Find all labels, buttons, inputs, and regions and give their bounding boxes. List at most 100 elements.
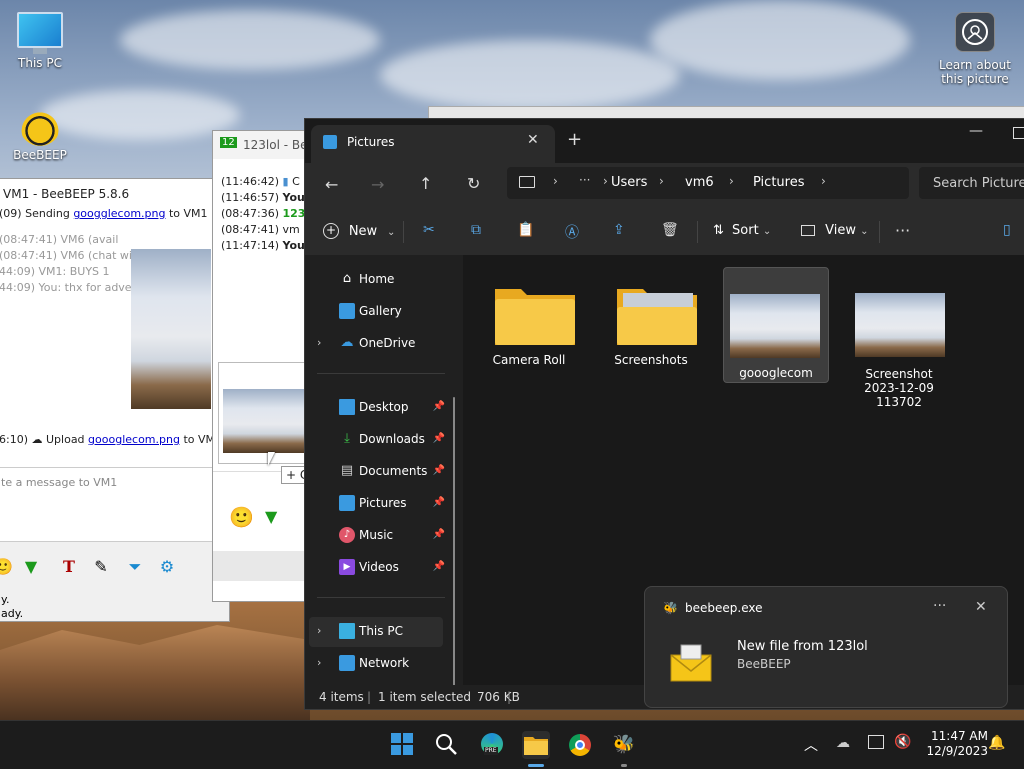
clock[interactable]: 11:47 AM 12/9/2023	[918, 729, 988, 759]
emoji-icon[interactable]: 🙂	[229, 505, 254, 529]
breadcrumb-vm6[interactable]: vm6	[685, 175, 714, 190]
edge-icon[interactable]: PRE	[478, 731, 506, 759]
notification-bell-icon[interactable]: 🔔	[988, 735, 1005, 751]
nav-item-gallery[interactable]: Gallery	[309, 297, 443, 327]
beebeep-icon[interactable]: 🐝	[610, 731, 638, 759]
nav-item-home[interactable]: ⌂ Home	[309, 265, 443, 295]
nav-item-downloads[interactable]: ⤓ Downloads 📌	[309, 425, 445, 455]
pin-icon[interactable]: 📌	[433, 529, 445, 540]
text-format-icon[interactable]: T	[58, 556, 80, 578]
details-pane-icon[interactable]: ▯	[1003, 222, 1011, 238]
green-arrow-icon[interactable]: ▼	[265, 507, 277, 526]
rename-icon[interactable]: Ⓐ	[565, 222, 579, 242]
desktop-icon-this-pc[interactable]: This PC	[0, 12, 80, 70]
folder-screenshots[interactable]: Screenshots	[599, 269, 703, 383]
status-bar: y. ady.	[0, 591, 229, 621]
chevron-right-icon[interactable]: ›	[317, 656, 321, 669]
desktop-icon-beebeep[interactable]: BeeBEEP	[0, 108, 80, 162]
nav-item-videos[interactable]: ▶ Videos 📌	[309, 553, 445, 583]
more-path-icon[interactable]: ···	[579, 173, 590, 187]
copy-icon[interactable]: ⧉	[471, 222, 481, 238]
navigation-pane: ⌂ Home Gallery › ☁ OneDrive Desktop 📌 ⤓ Downl…	[305, 255, 463, 709]
folder-camera-roll[interactable]: Camera Roll	[477, 269, 581, 383]
document-icon: ▤	[340, 463, 354, 478]
chat-badge: 12	[220, 137, 237, 148]
breadcrumb-users[interactable]: Users	[611, 175, 647, 190]
toast-body: BeeBEEP	[737, 657, 791, 671]
search-icon[interactable]	[432, 731, 460, 759]
nav-item-pictures[interactable]: Pictures 📌	[309, 489, 445, 519]
minimize-icon[interactable]: —	[969, 123, 983, 139]
cloud-icon: ☁	[340, 335, 354, 350]
pencil-icon[interactable]: ✎	[90, 556, 112, 578]
computer-icon	[519, 176, 535, 188]
nav-item-documents[interactable]: ▤ Documents 📌	[309, 457, 445, 487]
refresh-icon[interactable]: ↻	[467, 174, 480, 193]
upload-file-link[interactable]: goooglecom.png	[88, 433, 180, 446]
breadcrumb[interactable]: › ··· › Users › vm6 › Pictures ›	[507, 167, 909, 199]
message-input[interactable]: te a message to VM1	[0, 467, 229, 542]
more-options-icon[interactable]: ···	[933, 598, 946, 614]
notification-toast[interactable]: 🐝 beebeep.exe ··· ✕ New file from 123lol…	[644, 586, 1008, 708]
more-options-icon[interactable]: ···	[895, 221, 910, 240]
back-icon[interactable]: ←	[325, 175, 338, 194]
image-thumbnail	[730, 294, 820, 358]
network-icon[interactable]	[868, 735, 884, 749]
file-screenshot[interactable]: Screenshot 2023-12-09 113702	[847, 269, 951, 409]
image-thumbnail	[855, 293, 945, 357]
breadcrumb-pictures[interactable]: Pictures	[753, 175, 804, 190]
chevron-right-icon[interactable]: ›	[317, 624, 321, 637]
pin-icon[interactable]: 📌	[433, 465, 445, 476]
chevron-right-icon[interactable]: ›	[317, 336, 321, 349]
paste-icon[interactable]: 📋	[517, 222, 534, 238]
sort-button[interactable]: ⇅ Sort ⌄	[713, 223, 771, 238]
download-icon: ⤓	[344, 431, 350, 446]
file-explorer-icon[interactable]	[522, 731, 550, 759]
divider	[879, 221, 880, 243]
pin-icon[interactable]: 📌	[433, 497, 445, 508]
divider	[403, 221, 404, 243]
delete-icon[interactable]: 🗑	[661, 222, 679, 238]
nav-scrollbar[interactable]	[453, 397, 455, 709]
nav-item-network[interactable]: › Network	[309, 649, 443, 679]
chat-toolbar	[213, 551, 309, 581]
pin-icon[interactable]: 📌	[433, 433, 445, 444]
pin-icon[interactable]: 📌	[433, 401, 445, 412]
emoji-icon[interactable]: 🙂	[0, 556, 14, 578]
nav-item-this-pc[interactable]: › This PC	[309, 617, 443, 647]
search-input[interactable]: Search Pictures	[919, 167, 1024, 199]
address-bar-row: ← → ↑ ↻ › ··· › Users › vm6 › Pictures ›…	[305, 163, 1024, 211]
nav-item-desktop[interactable]: Desktop 📌	[309, 393, 445, 423]
start-icon[interactable]	[388, 731, 416, 759]
nav-item-music[interactable]: ♪ Music 📌	[309, 521, 445, 551]
chevron-down-icon: ⌄	[860, 226, 869, 237]
up-icon[interactable]: ↑	[419, 174, 432, 193]
file-goooglecom[interactable]: goooglecom	[723, 267, 829, 383]
maximize-icon[interactable]	[1013, 127, 1024, 139]
settings-icon[interactable]: ⚙	[156, 556, 178, 578]
toast-app-name: beebeep.exe	[685, 601, 763, 615]
close-tab-icon[interactable]: ✕	[527, 132, 539, 148]
new-tab-icon[interactable]: +	[567, 129, 582, 150]
close-icon[interactable]: ✕	[975, 599, 987, 615]
chevron-up-icon[interactable]: ︿	[804, 735, 818, 755]
new-button[interactable]: + New ⌄	[323, 223, 395, 239]
filter-icon[interactable]: ⏷	[124, 556, 146, 578]
learn-about-picture[interactable]: Learn about this picture	[936, 12, 1014, 86]
envelope-icon	[669, 643, 713, 683]
volume-muted-icon[interactable]: 🔇	[894, 734, 911, 750]
cut-icon[interactable]: ✂	[423, 222, 435, 238]
forward-icon[interactable]: →	[371, 175, 384, 194]
pictures-icon	[323, 135, 337, 149]
desktop-icon	[339, 399, 355, 415]
view-button[interactable]: View ⌄	[801, 223, 869, 238]
nav-item-onedrive[interactable]: › ☁ OneDrive	[309, 329, 443, 359]
chrome-icon[interactable]	[566, 731, 594, 759]
cloud-offline-icon[interactable]: ☁	[836, 735, 850, 751]
chevron-right-icon: ›	[553, 174, 558, 188]
tab-pictures[interactable]: Pictures ✕	[311, 125, 555, 163]
pin-icon[interactable]: 📌	[433, 561, 445, 572]
share-icon[interactable]: ⇪	[613, 222, 625, 238]
divider	[317, 597, 445, 598]
green-arrow-icon[interactable]: ▼	[20, 556, 42, 578]
